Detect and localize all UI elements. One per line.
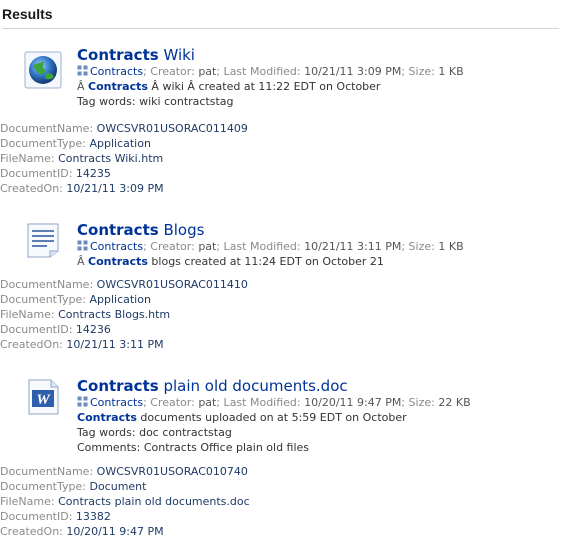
site-icon	[77, 240, 88, 251]
site-icon	[77, 65, 88, 76]
site-link[interactable]: Contracts	[90, 396, 143, 409]
result-title[interactable]: Contracts Wiki	[77, 46, 562, 64]
result-tag-words: Tag words: doc contractstag	[77, 426, 232, 439]
results-title: Results	[2, 6, 53, 22]
svg-text:W: W	[36, 392, 51, 408]
result-properties: DocumentName: OWCSVR01USORAC010740 Docum…	[0, 465, 250, 538]
result-comments: Comments: Contracts Office plain old fil…	[77, 441, 310, 454]
word-document-icon[interactable]: W	[23, 377, 63, 417]
site-link[interactable]: Contracts	[90, 65, 143, 78]
result-meta: Contracts; Creator: pat; Last Modified: …	[77, 395, 562, 410]
results-header: Results	[2, 6, 559, 29]
result-meta: Contracts; Creator: pat; Last Modified: …	[77, 64, 562, 79]
globe-icon[interactable]	[23, 50, 63, 90]
site-link[interactable]: Contracts	[90, 240, 143, 253]
result-title[interactable]: Contracts Blogs	[77, 221, 562, 239]
document-lines-icon[interactable]	[23, 221, 63, 261]
site-icon	[77, 396, 88, 407]
result-title[interactable]: Contracts plain old documents.doc	[77, 377, 562, 395]
result-summary: Â Contracts blogs created at 11:24 EDT o…	[77, 255, 384, 268]
search-results-page: Results Contracts Wiki Contracts; Creato…	[0, 0, 562, 550]
result-summary: Â Contracts Â wiki Â created at 11:22 ED…	[77, 80, 381, 93]
result-summary: Contracts documents uploaded on at 5:59 …	[77, 411, 407, 424]
result-tag-words: Tag words: wiki contractstag	[77, 95, 234, 108]
result-meta: Contracts; Creator: pat; Last Modified: …	[77, 239, 562, 254]
result-properties: DocumentName: OWCSVR01USORAC011410 Docum…	[0, 278, 248, 351]
result-properties: DocumentName: OWCSVR01USORAC011409 Docum…	[0, 122, 248, 195]
